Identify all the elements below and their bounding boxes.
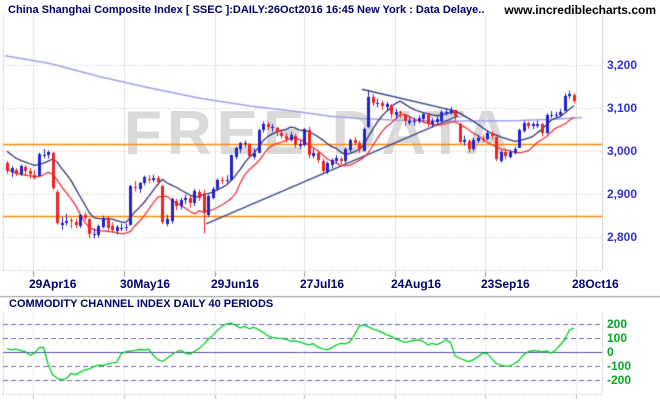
cci-panel-title: COMMODITY CHANNEL INDEX DAILY 40 PERIODS — [9, 298, 274, 310]
date-axis-label: 29Jun16 — [211, 277, 260, 291]
cci-axis-label: 100 — [607, 331, 628, 346]
cci-axis-label: 0 — [607, 345, 614, 359]
date-axis-label: 30May16 — [120, 277, 171, 291]
price-and-cci-chart-canvas — [0, 0, 660, 400]
cci-axis-label: -200 — [607, 372, 632, 387]
price-axis-label: 2,900 — [607, 186, 638, 201]
price-axis-label: 2,800 — [607, 229, 638, 244]
price-axis-label: 3,200 — [607, 57, 638, 72]
price-axis-label: 3,100 — [607, 100, 638, 115]
chart-page: { "header": { "title": "China Shanghai C… — [0, 0, 660, 400]
date-axis-label: 29Apr16 — [29, 277, 77, 291]
cci-axis-label: -100 — [607, 358, 632, 373]
date-axis-label: 27Jul16 — [300, 277, 345, 291]
date-axis-label: 24Aug16 — [391, 277, 442, 291]
cci-axis-label: 200 — [607, 317, 628, 332]
date-axis-label: 23Sep16 — [481, 277, 530, 291]
date-axis-label: 28Oct16 — [572, 277, 619, 291]
chart-title: China Shanghai Composite Index [ SSEC ]:… — [8, 4, 485, 16]
site-url[interactable]: www.incrediblecharts.com — [504, 3, 656, 17]
price-axis-label: 3,000 — [607, 143, 638, 158]
